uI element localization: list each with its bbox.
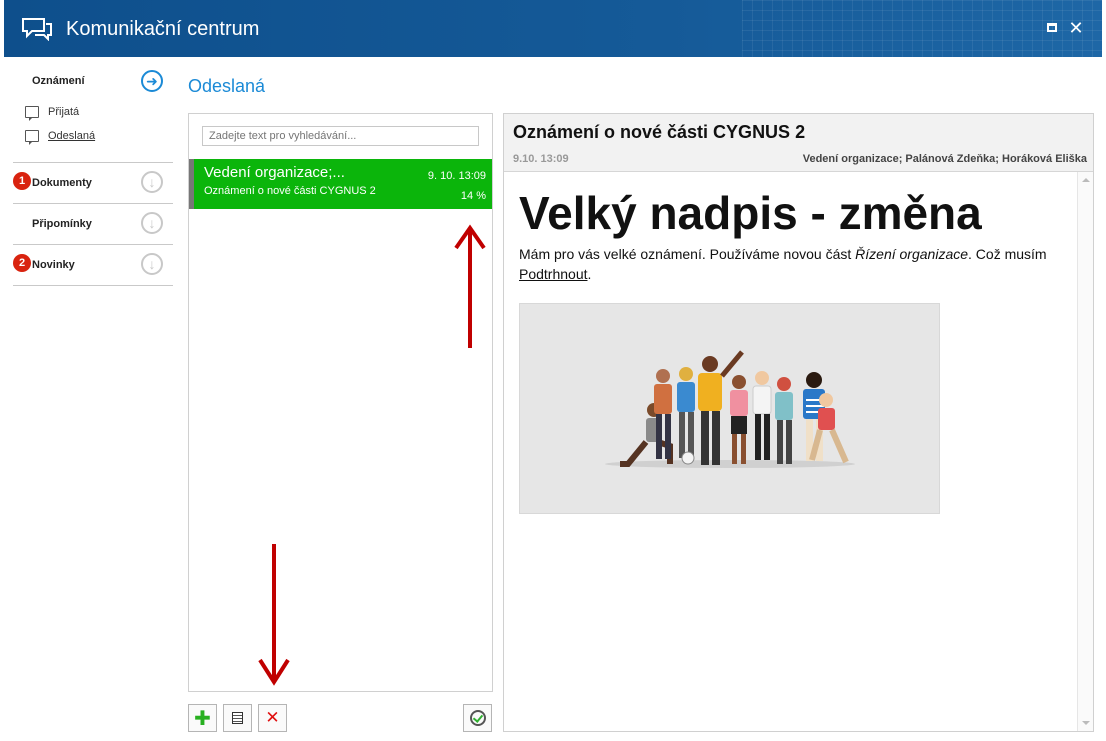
annotation-arrow-up [454, 224, 486, 348]
paragraph-text: Mám pro vás velké oznámení. Používáme no… [519, 246, 856, 262]
paragraph-text: . [587, 266, 592, 282]
left-nav: Oznámení ➜ Přijatá Odeslaná 1 Dokumenty … [13, 62, 173, 286]
detail-subject: Oznámení o nové části CYGNUS 2 [513, 122, 806, 142]
notification-badge: 1 [13, 172, 31, 190]
arrow-right-icon[interactable]: ➜ [141, 70, 163, 92]
plus-icon: ✚ [194, 707, 211, 730]
scroll-up-icon[interactable] [1082, 178, 1090, 182]
nav-section-documents[interactable]: 1 Dokumenty ↓ [13, 163, 173, 203]
arrow-down-icon[interactable]: ↓ [141, 171, 163, 193]
message-date: 9. 10. 13:09 [427, 170, 486, 182]
arrow-down-icon[interactable]: ↓ [141, 212, 163, 234]
maximize-button[interactable] [1044, 20, 1060, 36]
mark-read-button[interactable] [463, 704, 492, 732]
divider [13, 285, 173, 286]
nav-section-label: Připomínky [32, 218, 92, 230]
nav-section-label: Dokumenty [32, 177, 92, 189]
list-item[interactable]: Vedení organizace;... 9. 10. 13:09 Oznám… [189, 159, 492, 209]
content-heading: Velký nadpis - změna [519, 187, 982, 239]
annotation-arrow-down [258, 544, 290, 686]
content-paragraph: Mám pro vás velké oznámení. Používáme no… [519, 244, 1074, 284]
nav-section-label: Novinky [32, 259, 75, 271]
detail-header: Oznámení o nové části CYGNUS 2 9.10. 13:… [504, 114, 1093, 172]
nav-section-label: Oznámení [32, 75, 85, 87]
notification-badge: 2 [13, 254, 31, 272]
search-input[interactable] [202, 126, 479, 146]
close-button[interactable]: ✕ [1068, 18, 1084, 38]
chat-icon [22, 18, 52, 41]
detail-body: Velký nadpis - změna Mám pro vás velké o… [519, 186, 1074, 284]
nav-item-label: Přijatá [48, 106, 80, 118]
check-circle-icon [469, 710, 486, 726]
paragraph-italic: Řízení organizace [855, 246, 969, 262]
paragraph-text: . Což musím [968, 246, 1047, 262]
detail-date: 9.10. 13:09 [513, 153, 569, 165]
paragraph-underline: Podtrhnout [519, 266, 588, 282]
message-subject: Oznámení o nové části CYGNUS 2 [204, 185, 376, 197]
nav-section-news[interactable]: 2 Novinky ↓ [13, 245, 173, 285]
people-illustration [605, 350, 855, 468]
maximize-icon [1047, 23, 1057, 32]
nav-item-sent[interactable]: Odeslaná [13, 124, 173, 148]
delete-button[interactable]: ✕ [258, 704, 287, 732]
nav-section-reminders[interactable]: Připomínky ↓ [13, 204, 173, 244]
message-list-panel: Vedení organizace;... 9. 10. 13:09 Oznám… [188, 113, 493, 692]
page-title: Odeslaná [188, 76, 266, 96]
arrow-down-icon[interactable]: ↓ [141, 253, 163, 275]
read-progress: 14 % [460, 190, 486, 202]
vertical-scrollbar[interactable] [1077, 172, 1093, 731]
inbox-icon [25, 106, 39, 121]
scroll-down-icon[interactable] [1082, 721, 1090, 725]
sent-icon [25, 130, 39, 145]
content-image [519, 303, 940, 514]
delete-icon: ✕ [265, 708, 280, 727]
document-icon [232, 712, 243, 724]
detail-recipients: Vedení organizace; Palánová Zdeňka; Horá… [802, 153, 1087, 165]
nav-item-label[interactable]: Odeslaná [48, 130, 95, 142]
title-bar: Komunikační centrum ✕ [4, 0, 1102, 57]
add-button[interactable]: ✚ [188, 704, 217, 732]
message-detail-panel: Oznámení o nové části CYGNUS 2 9.10. 13:… [503, 113, 1094, 732]
nav-section-announcements[interactable]: Oznámení ➜ [13, 62, 173, 100]
nav-item-received[interactable]: Přijatá [13, 100, 173, 124]
window-title: Komunikační centrum [66, 18, 260, 40]
close-icon: ✕ [1068, 18, 1084, 38]
edit-button[interactable] [223, 704, 252, 732]
